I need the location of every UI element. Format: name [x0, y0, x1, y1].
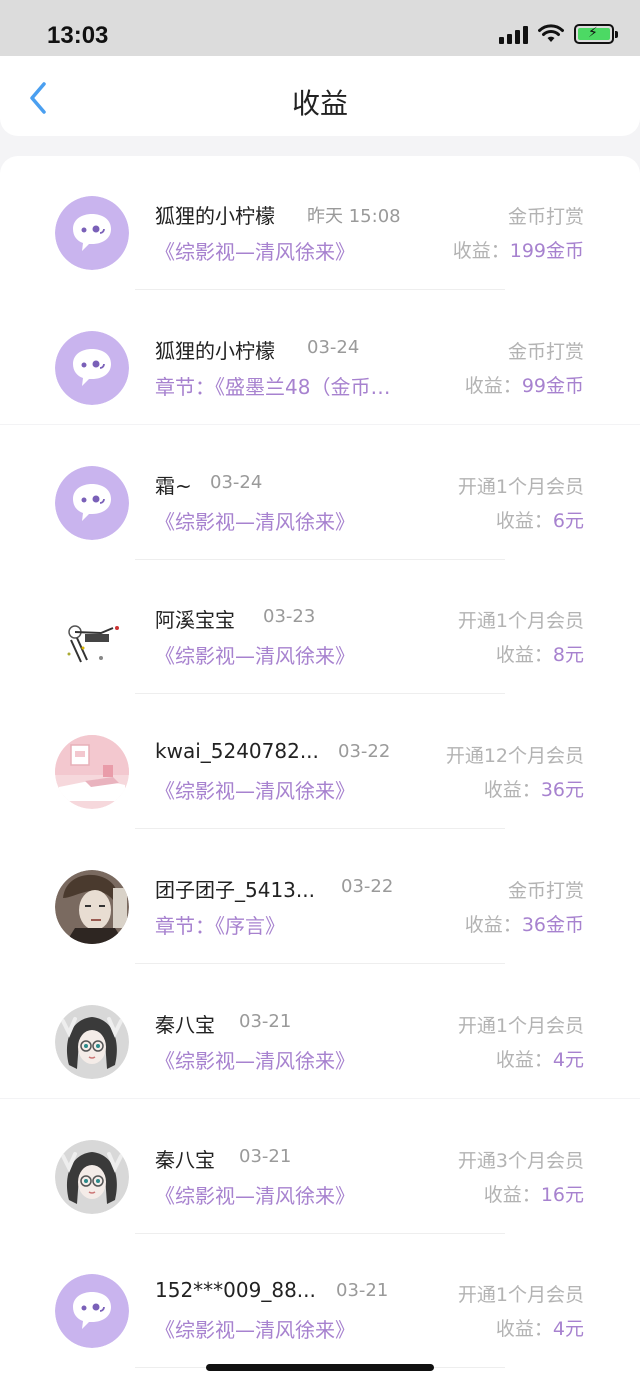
- page-title: 收益: [291, 87, 348, 120]
- income-label: 收益：: [483, 1183, 541, 1206]
- earning-row[interactable]: 狐狸的小柠檬 昨天 15:08 《综影视—清风徐来》 金币打赏收益：199金币: [0, 156, 640, 290]
- earning-type: 开通1个月会员: [457, 475, 584, 498]
- user-name: 秦八宝: [155, 1012, 215, 1037]
- avatar[interactable]: [55, 1274, 129, 1349]
- income-label: 收益：: [464, 914, 522, 936]
- income-line: 收益：99金币: [465, 371, 584, 398]
- earning-row[interactable]: 霜~ 03-24 《综影视—清风徐来》 开通1个月会员收益：6元: [0, 426, 640, 560]
- income-line: 收益：36元: [484, 775, 584, 802]
- entry-date: 03-22: [338, 741, 391, 763]
- income-label: 收益：: [483, 779, 541, 802]
- avatar[interactable]: [55, 465, 129, 540]
- earning-type: 开通1个月会员: [457, 610, 584, 633]
- earning-row[interactable]: kwai_5240782... 03-22 《综影视—清风徐来》 开通12个月会员 收益…: [0, 695, 640, 830]
- status-time: 13:03: [47, 22, 109, 49]
- earning-row[interactable]: 152***009_88... 03-21 《综影视—清风徐来》 开通1个月会员收益：…: [0, 1234, 640, 1369]
- status-bar: 13:03 ⚡: [0, 0, 640, 56]
- income-line: 收益：6元: [496, 506, 584, 533]
- status-icons: ⚡: [499, 24, 618, 44]
- book-title-link[interactable]: 《综影视—清风徐来》: [155, 1314, 355, 1343]
- book-title-link[interactable]: 《综影视—清风徐来》: [155, 506, 355, 535]
- avatar[interactable]: [55, 330, 129, 405]
- user-name: kwai_5240782...: [155, 739, 319, 764]
- entry-date: 昨天 15:08: [307, 206, 401, 227]
- user-name: 霜~: [155, 473, 192, 498]
- earning-row[interactable]: 狐狸的小柠檬 03-24 章节：《盛墨兰48（金币… 金币打赏收益：99金币: [0, 291, 640, 425]
- cellular-signal-icon: [499, 24, 528, 44]
- earning-type: 开通1个月会员: [457, 1284, 584, 1307]
- book-title-link[interactable]: 《综影视—清风徐来》: [155, 640, 355, 669]
- user-name: 狐狸的小柠檬: [155, 204, 275, 228]
- user-name: 秦八宝: [155, 1147, 215, 1172]
- earning-type: 开通1个月会员: [457, 1014, 584, 1037]
- earning-row[interactable]: 秦八宝 03-21 《综影视—清风徐来》 开通3个月会员收益：16元: [0, 1100, 640, 1234]
- user-name: 团子团子_5413...: [155, 878, 315, 902]
- income-line: 收益：4元: [496, 1314, 584, 1341]
- income-label: 收益：: [495, 644, 553, 667]
- book-title-link[interactable]: 《综影视—清风徐来》: [155, 1180, 355, 1209]
- avatar[interactable]: [55, 1004, 129, 1079]
- entry-date: 03-24: [307, 336, 360, 358]
- book-title-link[interactable]: 章节：《盛墨兰48（金币…: [155, 371, 390, 400]
- earning-type: 金币打赏: [507, 880, 584, 902]
- earning-row[interactable]: 秦八宝 03-21 《综影视—清风徐来》 开通1个月会员收益：4元: [0, 965, 640, 1099]
- income-label: 收益：: [464, 374, 522, 397]
- income-label: 收益：: [495, 1318, 553, 1341]
- income-amount: 36元: [540, 779, 584, 802]
- book-title-link[interactable]: 《综影视—清风徐来》: [155, 236, 355, 265]
- income-line: 收益：8元: [496, 640, 584, 667]
- user-name: 狐狸的小柠檬: [155, 338, 275, 363]
- income-label: 收益：: [495, 509, 553, 532]
- book-title-link[interactable]: 章节：《序言》: [155, 910, 285, 939]
- income-amount: 6元: [552, 509, 584, 532]
- avatar[interactable]: [55, 600, 129, 675]
- earning-row[interactable]: 团子团子_5413... 03-22 章节：《序言》 金币打赏收益：36金币: [0, 830, 640, 964]
- income-amount: 4元: [552, 1048, 584, 1071]
- book-title-link[interactable]: 《综影视—清风徐来》: [155, 1045, 355, 1074]
- entry-date: 03-22: [341, 876, 394, 897]
- entry-date: 03-21: [239, 1145, 292, 1167]
- avatar[interactable]: [55, 870, 129, 944]
- income-line: 收益：16元: [484, 1180, 584, 1207]
- user-name: 阿溪宝宝: [155, 608, 235, 633]
- earning-type: 开通3个月会员: [457, 1149, 584, 1172]
- income-amount: 199金币: [509, 240, 584, 262]
- avatar[interactable]: [55, 735, 129, 810]
- battery-icon: ⚡: [574, 24, 618, 44]
- earning-type: 开通12个月会员: [445, 745, 584, 768]
- income-amount: 16元: [540, 1183, 584, 1206]
- income-line: 收益：4元: [496, 1045, 584, 1072]
- earning-row[interactable]: 阿溪宝宝 03-23 《综影视—清风徐来》 开通1个月会员收益：8元: [0, 560, 640, 695]
- income-amount: 4元: [552, 1318, 584, 1341]
- entry-date: 03-21: [239, 1010, 292, 1032]
- income-amount: 36金币: [521, 914, 584, 936]
- home-indicator: [206, 1364, 434, 1371]
- nav-bar: 收益: [0, 56, 640, 136]
- earning-type: 金币打赏: [507, 340, 584, 363]
- book-title-link[interactable]: 《综影视—清风徐来》: [155, 775, 355, 804]
- wifi-icon: [538, 24, 564, 42]
- income-line: 收益：36金币: [465, 910, 584, 937]
- income-amount: 8元: [552, 644, 584, 667]
- entry-date: 03-24: [210, 471, 263, 493]
- entry-date: 03-21: [336, 1280, 389, 1302]
- avatar[interactable]: [55, 1139, 129, 1214]
- income-label: 收益：: [452, 240, 510, 262]
- user-name: 152***009_88...: [155, 1278, 316, 1303]
- income-amount: 99金币: [521, 374, 584, 397]
- avatar[interactable]: [55, 196, 129, 270]
- entry-date: 03-23: [263, 606, 316, 628]
- earning-type: 金币打赏: [507, 206, 584, 228]
- income-label: 收益：: [495, 1048, 553, 1071]
- earnings-list: 狐狸的小柠檬 昨天 15:08 《综影视—清风徐来》 金币打赏 收益：199金币 狐狸的小…: [0, 156, 640, 1385]
- income-line: 收益：199金币: [453, 236, 584, 263]
